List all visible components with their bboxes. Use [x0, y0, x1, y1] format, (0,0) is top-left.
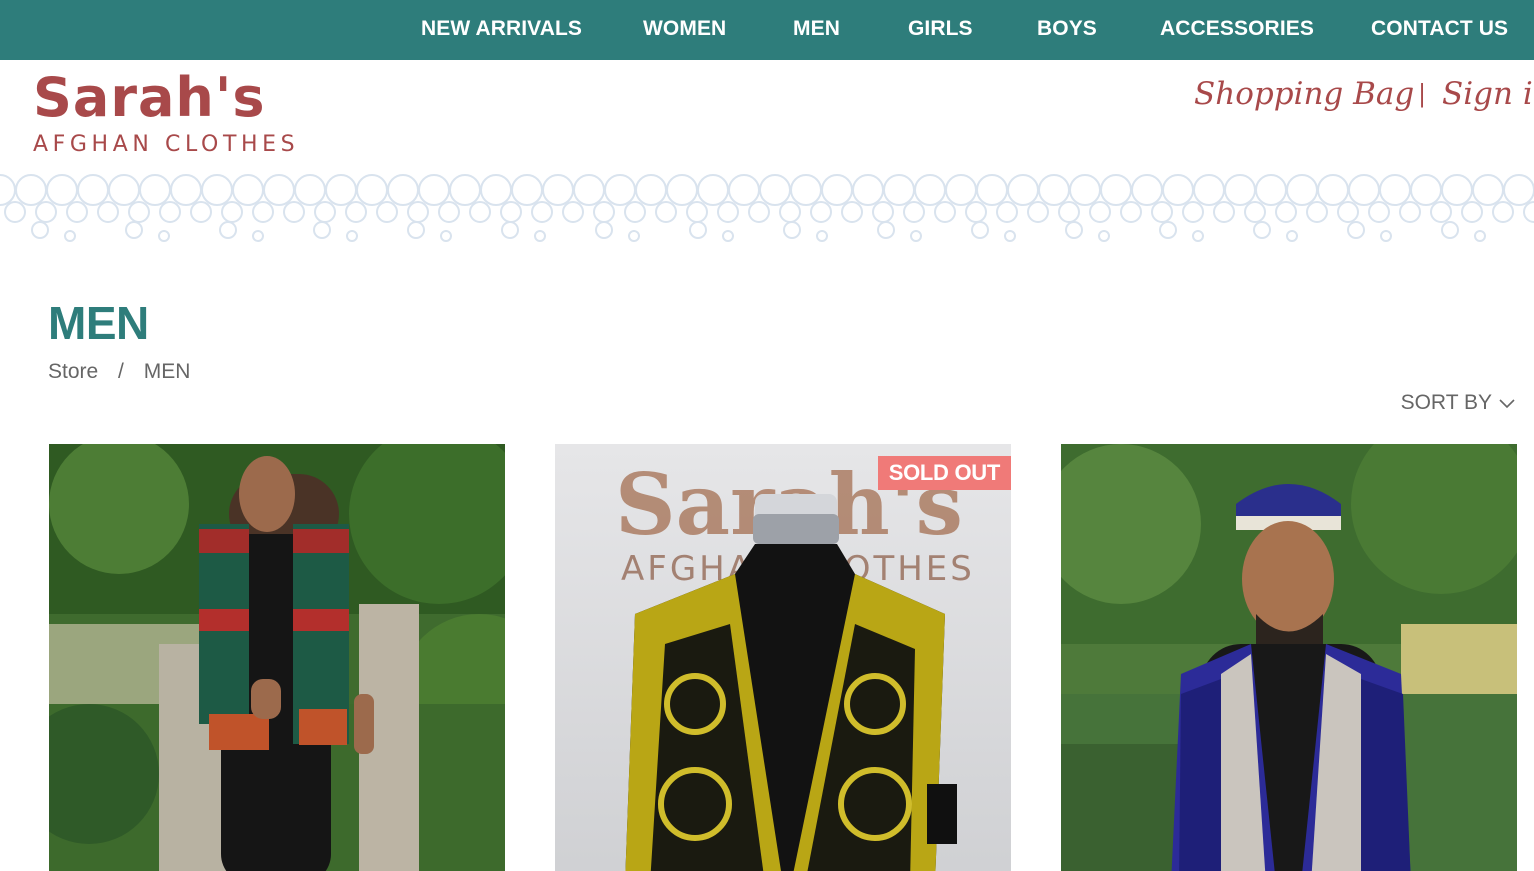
shopping-bag-link[interactable]: Shopping Bag	[1194, 76, 1414, 112]
decorative-pattern	[0, 174, 1534, 242]
nav-boys[interactable]: BOYS	[1037, 0, 1097, 60]
product-card-green-vest[interactable]	[49, 444, 505, 871]
site-logo[interactable]: Sarah's AFGHAN CLOTHES	[33, 66, 295, 162]
user-links: Shopping Bag | Sign in	[1194, 76, 1534, 126]
nav-men[interactable]: MEN	[793, 0, 840, 60]
chevron-down-icon	[1499, 399, 1515, 409]
breadcrumb-separator: /	[118, 360, 124, 383]
product-image-gold-vest: Sarah's AFGHAN CLOTHES	[555, 444, 1011, 871]
breadcrumb: Store / MEN	[48, 360, 190, 384]
sort-by-label: SORT BY	[1400, 391, 1492, 414]
nav-new-arrivals[interactable]: NEW ARRIVALS	[421, 0, 582, 60]
breadcrumb-current: MEN	[143, 360, 191, 383]
nav-women[interactable]: WOMEN	[643, 0, 726, 60]
logo-tagline: AFGHAN CLOTHES	[33, 132, 300, 157]
breadcrumb-store-link[interactable]: Store	[48, 360, 98, 383]
product-image-green-vest	[49, 444, 505, 871]
sign-in-link[interactable]: Sign in	[1442, 76, 1534, 112]
nav-accessories[interactable]: ACCESSORIES	[1160, 0, 1314, 60]
product-card-gold-vest[interactable]: Sarah's AFGHAN CLOTHES SOLD OUT	[555, 444, 1011, 871]
nav-contact-us[interactable]: CONTACT US	[1371, 0, 1508, 60]
sold-out-badge: SOLD OUT	[877, 456, 1011, 490]
sort-by-dropdown[interactable]: SORT BY	[1401, 391, 1516, 415]
logo-wordmark: Sarah's	[33, 66, 266, 129]
product-card-blue-vest[interactable]	[1061, 444, 1517, 871]
page-title: MEN	[48, 297, 149, 349]
nav-girls[interactable]: GIRLS	[908, 0, 973, 60]
user-links-separator: |	[1418, 80, 1427, 108]
product-image-blue-vest	[1061, 444, 1517, 871]
top-navigation: NEW ARRIVALS WOMEN MEN GIRLS BOYS ACCESS…	[0, 0, 1534, 60]
